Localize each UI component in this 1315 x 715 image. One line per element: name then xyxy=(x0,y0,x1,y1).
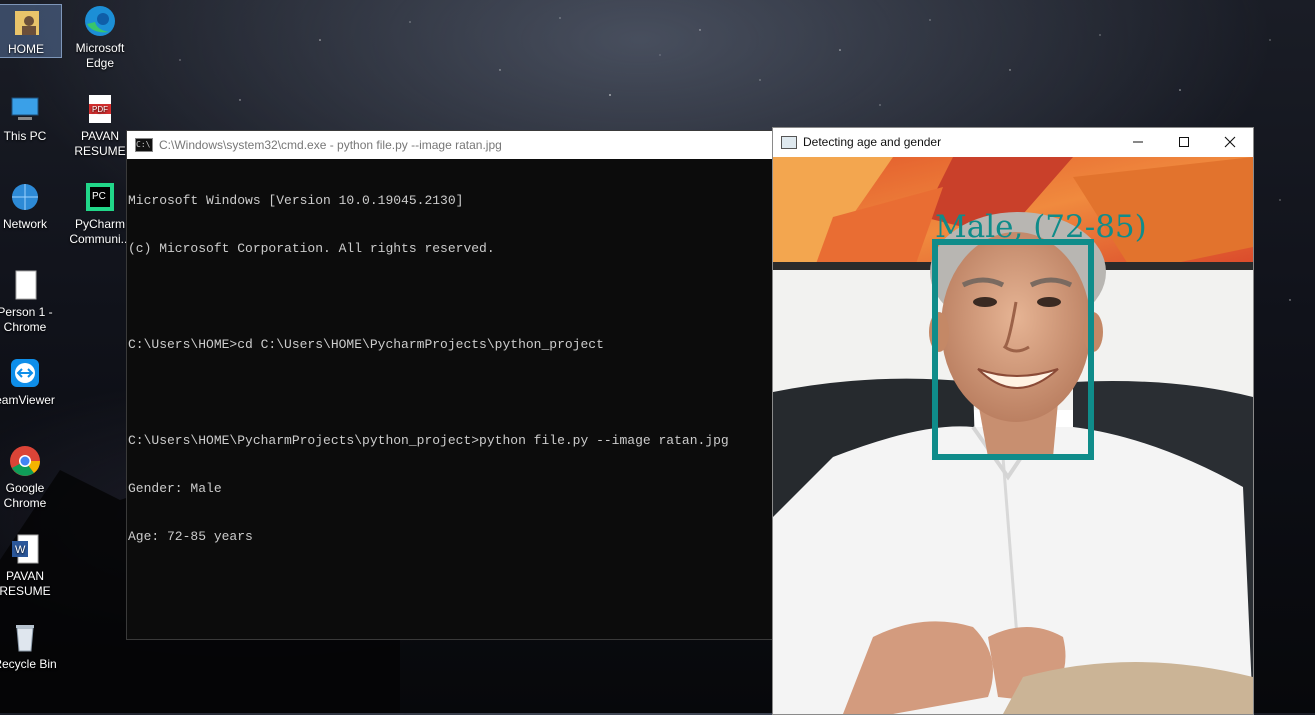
desktop-icon-computer[interactable]: This PC xyxy=(0,92,60,144)
desktop-icon-network[interactable]: Network xyxy=(0,180,60,232)
desktop-icon-label-line2: Edge xyxy=(85,56,115,70)
cmd-app-icon: C:\ xyxy=(135,138,153,152)
svg-text:PC: PC xyxy=(92,191,106,202)
maximize-button[interactable] xyxy=(1161,128,1207,156)
teamviewer-icon xyxy=(8,356,42,390)
console-line: C:\Users\HOME\PycharmProjects\python_pro… xyxy=(128,433,729,448)
detection-title-bar[interactable]: Detecting age and gender xyxy=(773,128,1253,156)
desktop-icon-label: PAVAN xyxy=(80,129,119,143)
desktop-icon-label-line2: RESUME xyxy=(74,144,126,158)
detection-label: Male, (72-85) xyxy=(935,209,1147,245)
desktop-icon-edge[interactable]: Microsoft Edge xyxy=(65,4,135,71)
svg-text:W: W xyxy=(15,544,26,556)
cmd-title-bar[interactable]: C:\ C:\Windows\system32\cmd.exe - python… xyxy=(127,131,773,159)
console-line: Age: 72-85 years xyxy=(128,529,253,544)
cmd-window[interactable]: C:\ C:\Windows\system32\cmd.exe - python… xyxy=(126,130,774,640)
console-line: Microsoft Windows [Version 10.0.19045.21… xyxy=(128,193,464,208)
desktop-icon-label-line2: Chrome xyxy=(3,496,47,510)
minimize-button[interactable] xyxy=(1115,128,1161,156)
desktop-icon-label: Microsoft xyxy=(75,41,125,55)
recycle-bin-icon xyxy=(8,620,42,654)
desktop-icon-label: PyCharm xyxy=(74,217,125,231)
detection-window[interactable]: Detecting age and gender Male, (72-85) xyxy=(772,127,1254,715)
pycharm-icon: PC xyxy=(83,180,117,214)
console-line: (c) Microsoft Corporation. All rights re… xyxy=(128,241,495,256)
desktop-icon-pdf[interactable]: PDF PAVAN RESUME xyxy=(65,92,135,159)
desktop-icon-recycle-bin[interactable]: Recycle Bin xyxy=(0,620,60,672)
desktop-icon-chrome[interactable]: Google Chrome xyxy=(0,444,60,511)
close-button[interactable] xyxy=(1207,128,1253,156)
network-icon xyxy=(8,180,42,214)
portrait-photo: Male, (72-85) xyxy=(773,157,1253,714)
svg-text:PDF: PDF xyxy=(92,105,108,114)
console-line: C:\Users\HOME>cd C:\Users\HOME\PycharmPr… xyxy=(128,337,604,352)
desktop-icon-label: PAVAN xyxy=(5,569,44,583)
desktop-icon-label-line2: Chrome xyxy=(3,320,47,334)
minimize-icon xyxy=(1133,141,1143,143)
desktop-icon-label: Google xyxy=(5,481,45,495)
desktop-icon-teamviewer[interactable]: eamViewer xyxy=(0,356,60,408)
desktop-icon-label-line2: Communi... xyxy=(69,232,131,246)
desktop-icon-label: eamViewer xyxy=(0,393,55,407)
shortcut-file-icon xyxy=(8,268,42,302)
desktop-icon-word[interactable]: W PAVAN RESUME xyxy=(0,532,60,599)
user-folder-icon xyxy=(9,5,43,39)
desktop-icon-label: HOME xyxy=(8,42,44,56)
desktop-icon-pycharm[interactable]: PC PyCharm Communi... xyxy=(65,180,135,247)
word-icon: W xyxy=(8,532,42,566)
window-app-icon xyxy=(781,135,797,149)
desktop-icon-shortcut-file[interactable]: Person 1 - Chrome xyxy=(0,268,60,335)
cmd-title-text: C:\Windows\system32\cmd.exe - python fil… xyxy=(159,138,502,152)
desktop-icon-label: This PC xyxy=(3,129,47,143)
edge-icon xyxy=(83,4,117,38)
desktop-icon-user-folder[interactable]: HOME xyxy=(0,4,62,58)
desktop-icon-label-line2: RESUME xyxy=(0,584,51,598)
maximize-icon xyxy=(1179,137,1189,147)
detection-image: Male, (72-85) xyxy=(773,157,1253,714)
pdf-icon: PDF xyxy=(83,92,117,126)
chrome-icon xyxy=(8,444,42,478)
computer-icon xyxy=(8,92,42,126)
desktop-icon-label: Network xyxy=(2,217,47,231)
close-icon xyxy=(1224,136,1236,148)
desktop-icon-label: Person 1 - xyxy=(0,305,53,319)
desktop-icon-label: Recycle Bin xyxy=(0,657,57,671)
detection-title-text: Detecting age and gender xyxy=(803,135,942,149)
cmd-console-output[interactable]: Microsoft Windows [Version 10.0.19045.21… xyxy=(127,159,773,577)
console-line: Gender: Male xyxy=(128,481,222,496)
